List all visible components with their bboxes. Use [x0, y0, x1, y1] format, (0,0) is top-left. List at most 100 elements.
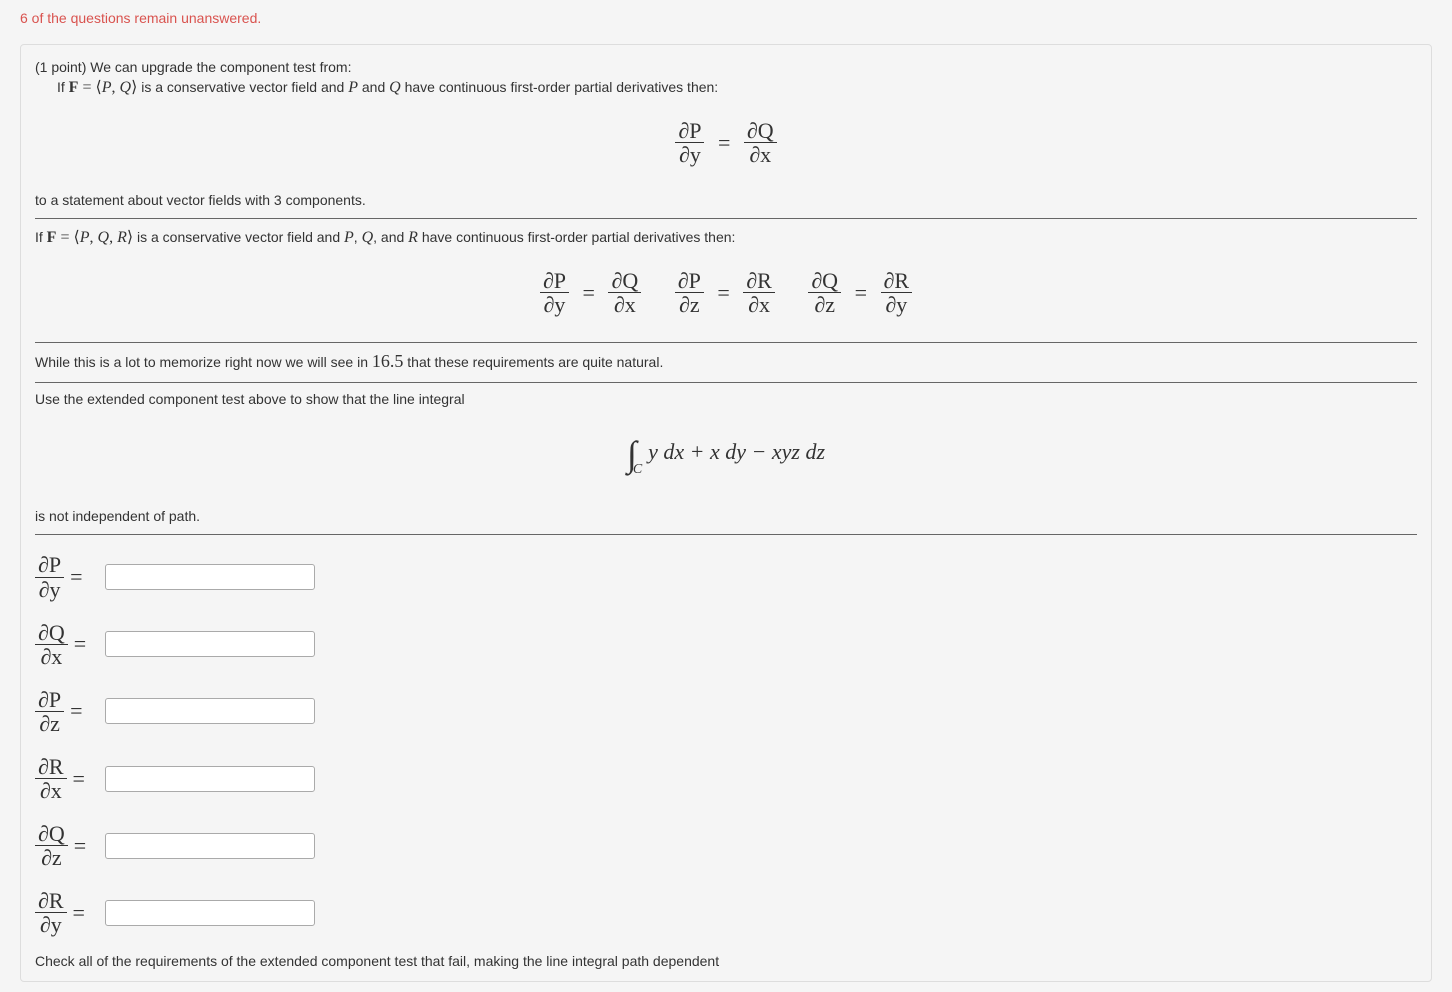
if-2d-before: If — [57, 79, 69, 95]
frac-b: ∂Q∂x — [608, 269, 641, 316]
num: ∂P — [35, 553, 64, 577]
eq-spacer — [647, 278, 675, 303]
if-3d-before: If — [35, 229, 47, 245]
page-container: 6 of the questions remain unanswered. (1… — [0, 0, 1452, 992]
den: ∂y — [35, 913, 67, 936]
frac-f: ∂R∂y — [881, 269, 913, 316]
eq-sign: = — [575, 280, 603, 305]
answer-label: ∂P∂y = — [35, 553, 95, 600]
eq-sign: = — [73, 766, 85, 792]
section-number: 16.5 — [372, 351, 404, 371]
divider-3 — [35, 382, 1417, 383]
sym-R-2: R — [408, 229, 418, 246]
frac-num: ∂P — [675, 119, 704, 143]
frac-label: ∂P∂y — [35, 553, 64, 600]
answer-row-dpdz: ∂P∂z = — [35, 678, 1417, 745]
frac-den: ∂x — [744, 143, 777, 166]
memorize-after: that these requirements are quite natura… — [403, 354, 663, 370]
frac-label: ∂Q∂z — [35, 822, 68, 869]
points-label: (1 point) — [35, 59, 90, 75]
answer-label: ∂R∂y = — [35, 889, 95, 936]
den: ∂y — [540, 293, 569, 316]
answer-input-dpdz[interactable] — [105, 698, 315, 724]
eq-sign: = — [709, 280, 737, 305]
den: ∂x — [743, 293, 775, 316]
problem-box: (1 point) We can upgrade the component t… — [20, 44, 1432, 982]
answer-input-dpdy[interactable] — [105, 564, 315, 590]
frac-num: ∂Q — [744, 119, 777, 143]
answer-input-dqdx[interactable] — [105, 631, 315, 657]
frac-dqdx: ∂Q ∂x — [744, 119, 777, 166]
den: ∂x — [35, 779, 67, 802]
sep2: , and — [373, 229, 408, 245]
answer-row-dpdy: ∂P∂y = — [35, 543, 1417, 610]
num: ∂P — [35, 688, 64, 712]
vec-F-3d: F — [47, 229, 57, 246]
comma: , — [90, 229, 98, 246]
answer-row-drdy: ∂R∂y = — [35, 879, 1417, 946]
eq-sign: = — [70, 698, 82, 724]
den: ∂z — [808, 293, 841, 316]
eq-sign: = — [73, 900, 85, 926]
intro-text: We can upgrade the component test from: — [90, 59, 351, 75]
comma: , — [112, 79, 120, 96]
eq-sign: = — [74, 833, 86, 859]
num: ∂Q — [35, 822, 68, 846]
frac-e: ∂Q∂z — [808, 269, 841, 316]
if-3d-statement: If F = ⟨P, Q, R⟩ is a conservative vecto… — [35, 227, 1417, 247]
num: ∂R — [743, 269, 775, 293]
comma: , — [109, 229, 117, 246]
answer-input-drdy[interactable] — [105, 900, 315, 926]
num: ∂Q — [608, 269, 641, 293]
divider-1 — [35, 218, 1417, 219]
answer-label: ∂Q∂x = — [35, 621, 95, 668]
line-integral: ∫Cy dx + x dy − xyz dz — [35, 433, 1417, 478]
answer-label: ∂R∂x = — [35, 755, 95, 802]
answer-row-dqdx: ∂Q∂x = — [35, 611, 1417, 678]
frac-label: ∂P∂z — [35, 688, 64, 735]
divider-2 — [35, 342, 1417, 343]
den: ∂z — [35, 712, 64, 735]
if-2d-after: have continuous first-order partial deri… — [401, 79, 719, 95]
frac-label: ∂R∂x — [35, 755, 67, 802]
den: ∂z — [35, 846, 68, 869]
eq-sign: = — [74, 631, 86, 657]
answer-row-drdx: ∂R∂x = — [35, 745, 1417, 812]
den: ∂x — [35, 645, 68, 668]
divider-4 — [35, 534, 1417, 535]
unanswered-warning: 6 of the questions remain unanswered. — [20, 10, 1432, 26]
eq-spacer — [780, 278, 808, 303]
equation-2d: ∂P ∂y = ∂Q ∂x — [35, 119, 1417, 166]
frac-label: ∂R∂y — [35, 889, 67, 936]
if-3d-after: have continuous first-order partial deri… — [418, 229, 736, 245]
memorize-text: While this is a lot to memorize right no… — [35, 351, 1417, 372]
num: ∂R — [35, 755, 67, 779]
answer-row-dqdz: ∂Q∂z = — [35, 812, 1417, 879]
num: ∂R — [35, 889, 67, 913]
problem-intro: (1 point) We can upgrade the component t… — [35, 59, 1417, 75]
sym-Q-3: Q — [98, 229, 110, 246]
num: ∂R — [881, 269, 913, 293]
answer-input-dqdz[interactable] — [105, 833, 315, 859]
vec-F: F — [69, 79, 79, 96]
answer-input-drdx[interactable] — [105, 766, 315, 792]
frac-label: ∂Q∂x — [35, 621, 68, 668]
den: ∂y — [881, 293, 913, 316]
sym-Q: Q — [120, 79, 132, 96]
frac-d: ∂R∂x — [743, 269, 775, 316]
den: ∂x — [608, 293, 641, 316]
not-independent-text: is not independent of path. — [35, 508, 1417, 524]
eq-sign: = — [710, 130, 738, 155]
num: ∂P — [540, 269, 569, 293]
integral-body: y dx + x dy − xyz dz — [648, 439, 825, 464]
sep1: , — [354, 229, 362, 245]
num: ∂P — [675, 269, 704, 293]
answer-label: ∂P∂z = — [35, 688, 95, 735]
sym-P-4: P — [344, 229, 354, 246]
sym-P-3: P — [80, 229, 90, 246]
frac-c: ∂P∂z — [675, 269, 704, 316]
bridge-text: to a statement about vector fields with … — [35, 192, 1417, 208]
if-2d-mid2: and — [358, 79, 389, 95]
if-2d-statement: If F = ⟨P, Q⟩ is a conservative vector f… — [57, 77, 1417, 97]
if-2d-mid1: is a conservative vector field and — [137, 79, 348, 95]
